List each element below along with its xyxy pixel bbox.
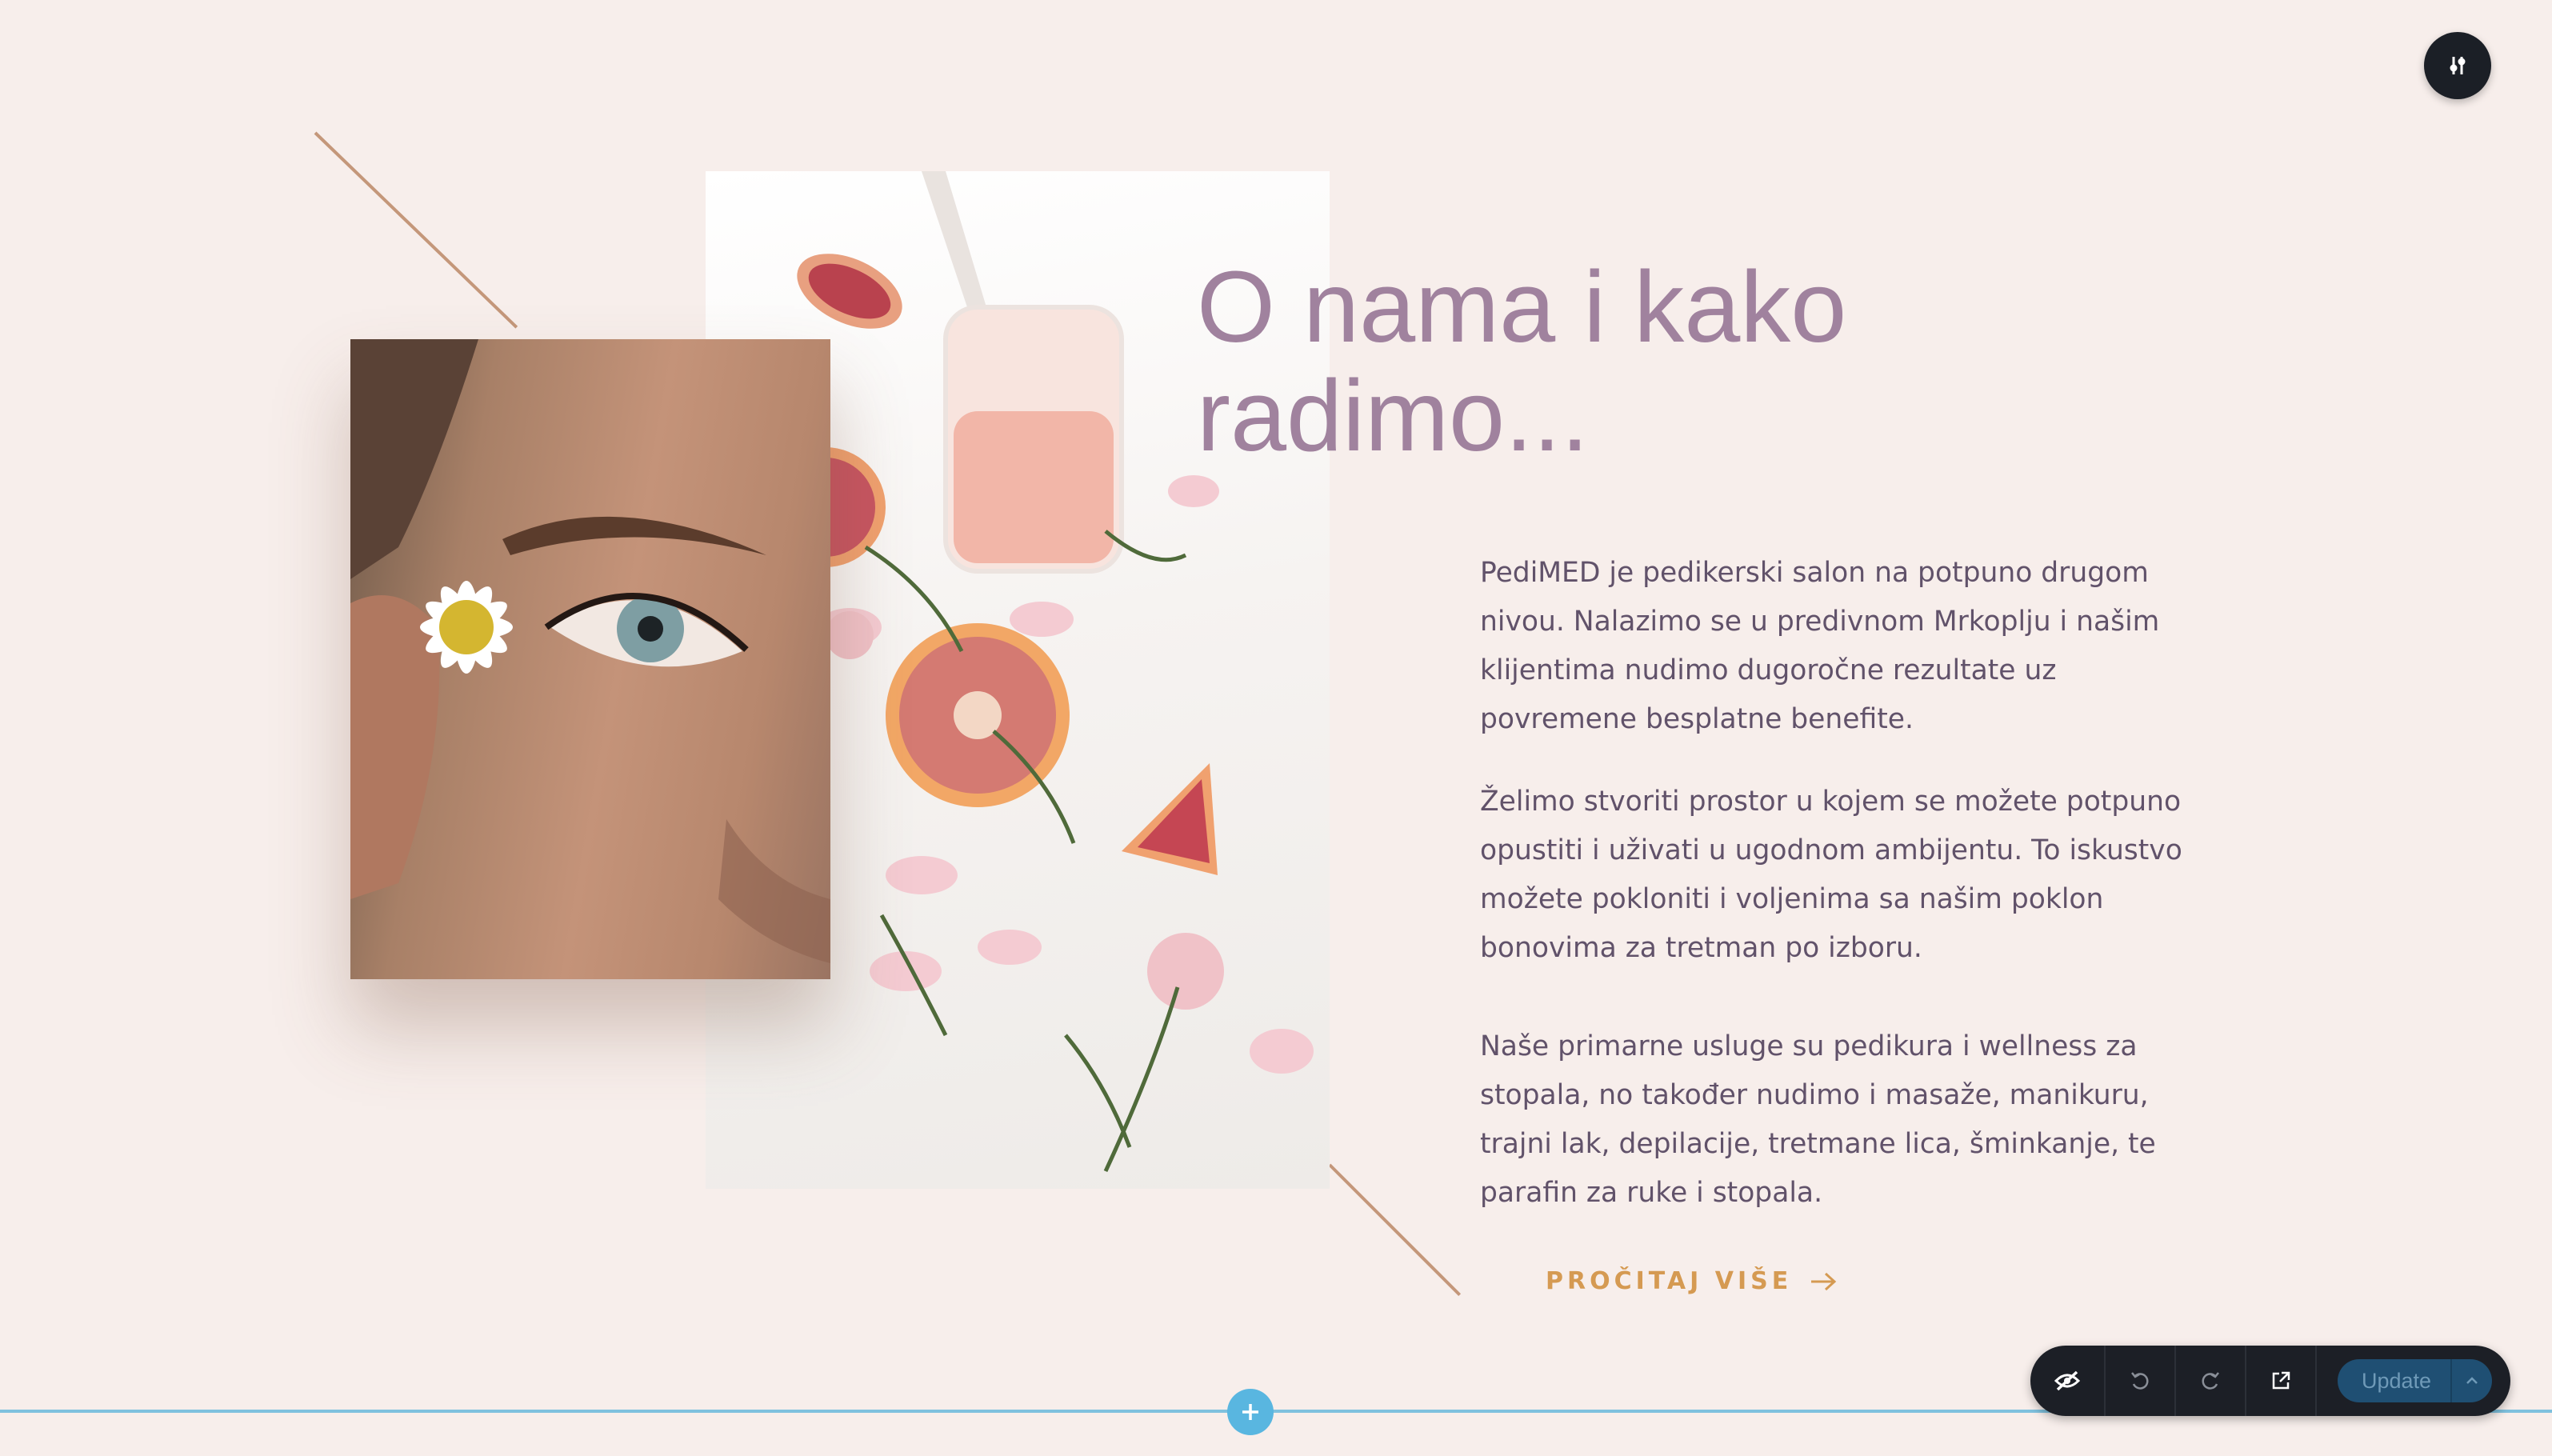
page-settings-button[interactable] xyxy=(2424,32,2491,99)
chevron-up-icon xyxy=(2466,1377,2478,1384)
about-paragraph-1: PediMED je pedikerski salon na potpuno d… xyxy=(1480,557,2160,735)
read-more-label: PROČITAJ VIŠE xyxy=(1546,1267,1793,1295)
decorative-diagonal-line-top xyxy=(314,131,518,329)
undo-icon xyxy=(2131,1372,2149,1390)
heading-line-1: O nama i kako xyxy=(1197,250,1847,363)
heading-line-2: radimo... xyxy=(1197,359,1590,472)
woman-eye-illustration xyxy=(350,339,830,963)
preview-external-button[interactable] xyxy=(2246,1346,2317,1416)
about-paragraph-2: Želimo stvoriti prostor u kojem se možet… xyxy=(1480,786,2182,964)
redo-icon xyxy=(2202,1372,2219,1390)
undo-button[interactable] xyxy=(2106,1346,2176,1416)
decorative-diagonal-line-bottom xyxy=(1328,1163,1462,1297)
woman-eye-photo xyxy=(350,339,830,979)
update-button[interactable]: Update xyxy=(2338,1359,2453,1402)
plus-icon xyxy=(1242,1404,1258,1420)
sliders-icon xyxy=(2450,57,2466,74)
read-more-link[interactable]: PROČITAJ VIŠE xyxy=(1546,1267,1837,1295)
external-link-icon xyxy=(2272,1371,2290,1390)
toggle-visibility-button[interactable] xyxy=(2030,1346,2106,1416)
about-paragraph-3: Naše primarne usluge su pedikura i welln… xyxy=(1480,1030,2156,1209)
update-options-button[interactable] xyxy=(2452,1376,2492,1386)
editor-toolbar: Update xyxy=(2030,1346,2510,1416)
update-button-group: Update xyxy=(2338,1359,2493,1402)
section-heading: O nama i kako radimo... xyxy=(1197,253,1917,470)
eye-hidden-icon xyxy=(2054,1370,2081,1391)
add-section-button[interactable] xyxy=(1227,1389,1274,1435)
arrow-right-icon xyxy=(1811,1272,1837,1290)
redo-button[interactable] xyxy=(2176,1346,2246,1416)
